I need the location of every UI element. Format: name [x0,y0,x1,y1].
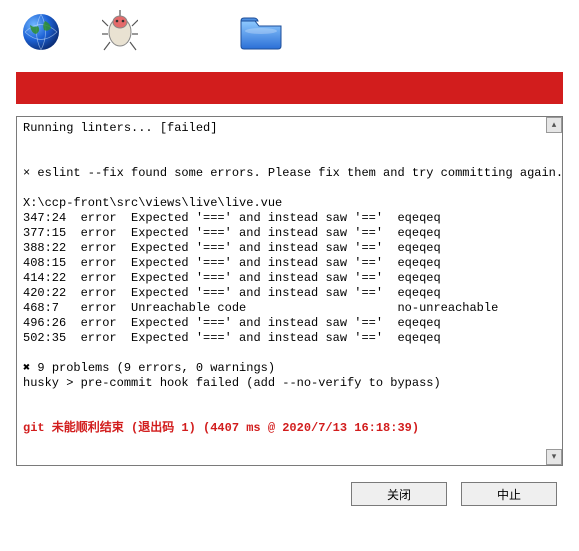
console-line: 388:22 error Expected '===' and instead … [23,241,441,255]
console-line: 347:24 error Expected '===' and instead … [23,211,441,225]
console-line: 377:15 error Expected '===' and instead … [23,226,441,240]
console-line: 408:15 error Expected '===' and instead … [23,256,441,270]
error-banner [16,72,563,104]
folder-icon[interactable] [238,13,284,51]
console-line: Running linters... [failed] [23,121,217,135]
scroll-up-button[interactable]: ▴ [546,117,562,133]
console-line: husky > pre-commit hook failed (add --no… [23,376,441,390]
console-line: × eslint --fix found some errors. Please… [23,166,562,180]
globe-icon[interactable] [20,11,62,53]
console-line: 496:26 error Expected '===' and instead … [23,316,441,330]
bug-icon[interactable] [102,10,138,54]
console-line: X:\ccp-front\src\views\live\live.vue [23,196,282,210]
abort-button[interactable]: 中止 [461,482,557,506]
console-output[interactable]: Running linters... [failed] × eslint --f… [17,117,562,465]
console-output-frame: ▴ Running linters... [failed] × eslint -… [16,116,563,466]
console-line: 414:22 error Expected '===' and instead … [23,271,441,285]
console-line: 502:35 error Expected '===' and instead … [23,331,441,345]
console-line: 468:7 error Unreachable code no-unreacha… [23,301,498,315]
dialog-button-row: 关闭 中止 [0,474,579,510]
console-summary: ✖ 9 problems (9 errors, 0 warnings) [23,361,275,375]
console-error-final: git 未能顺利结束 (退出码 1) (4407 ms @ 2020/7/13 … [23,421,419,435]
scroll-down-button[interactable]: ▾ [546,449,562,465]
close-button[interactable]: 关闭 [351,482,447,506]
desktop-icon-row [0,0,579,72]
console-line: 420:22 error Expected '===' and instead … [23,286,441,300]
